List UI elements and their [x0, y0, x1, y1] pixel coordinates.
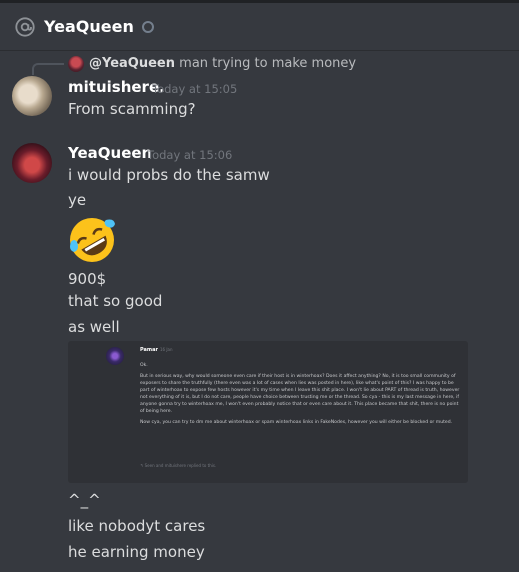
- message-text: like nobodyt cares: [68, 517, 206, 535]
- message-text: ^_^: [68, 491, 101, 509]
- embed-timestamp: 16 Jan: [160, 347, 173, 352]
- embed-footer-text: Seen and mituishere replied to this.: [144, 463, 217, 468]
- embed-avatar: [106, 347, 124, 365]
- message-text: From scamming?: [68, 100, 196, 118]
- at-sign-icon: [14, 16, 36, 38]
- embed-paragraph: Ok.: [140, 363, 148, 368]
- message-text: he earning money: [68, 543, 205, 561]
- message-text: 900$: [68, 270, 107, 288]
- message-timestamp[interactable]: Today at 15:05: [152, 82, 237, 96]
- embed-message-body: Ok. But in serious way, why would someon…: [140, 362, 462, 430]
- reply-snippet: man trying to make money: [179, 56, 357, 71]
- embed-username: Pamar: [140, 347, 158, 353]
- reply-connector: [32, 63, 64, 75]
- message-text: that so good: [68, 292, 163, 310]
- embed-paragraph: Now cya, you can try to dm me about wint…: [140, 420, 453, 425]
- message-username[interactable]: mituishere.: [68, 78, 165, 96]
- rofl-emoji-icon: [68, 216, 116, 264]
- channel-header: YeaQueen: [0, 3, 519, 51]
- message-username[interactable]: YeaQueen: [68, 144, 152, 162]
- embed-paragraph: But in serious way, why would someone ev…: [140, 374, 460, 414]
- reply-username[interactable]: @YeaQueen: [89, 56, 175, 71]
- reply-avatar[interactable]: [68, 56, 84, 72]
- image-attachment[interactable]: Pamar 16 Jan Ok. But in serious way, why…: [68, 341, 468, 483]
- message-text: i would probs do the samw: [68, 166, 270, 184]
- avatar[interactable]: [12, 76, 52, 116]
- avatar[interactable]: [12, 143, 52, 183]
- message-text: as well: [68, 318, 120, 336]
- header-title: YeaQueen: [44, 17, 134, 36]
- reply-preview[interactable]: @YeaQueen man trying to make money: [89, 56, 356, 71]
- message-timestamp[interactable]: Today at 15:06: [147, 148, 232, 162]
- embed-footer: ↰ Seen and mituishere replied to this.: [140, 463, 216, 468]
- offline-status-icon: [141, 20, 154, 33]
- message-text: ye: [68, 191, 87, 209]
